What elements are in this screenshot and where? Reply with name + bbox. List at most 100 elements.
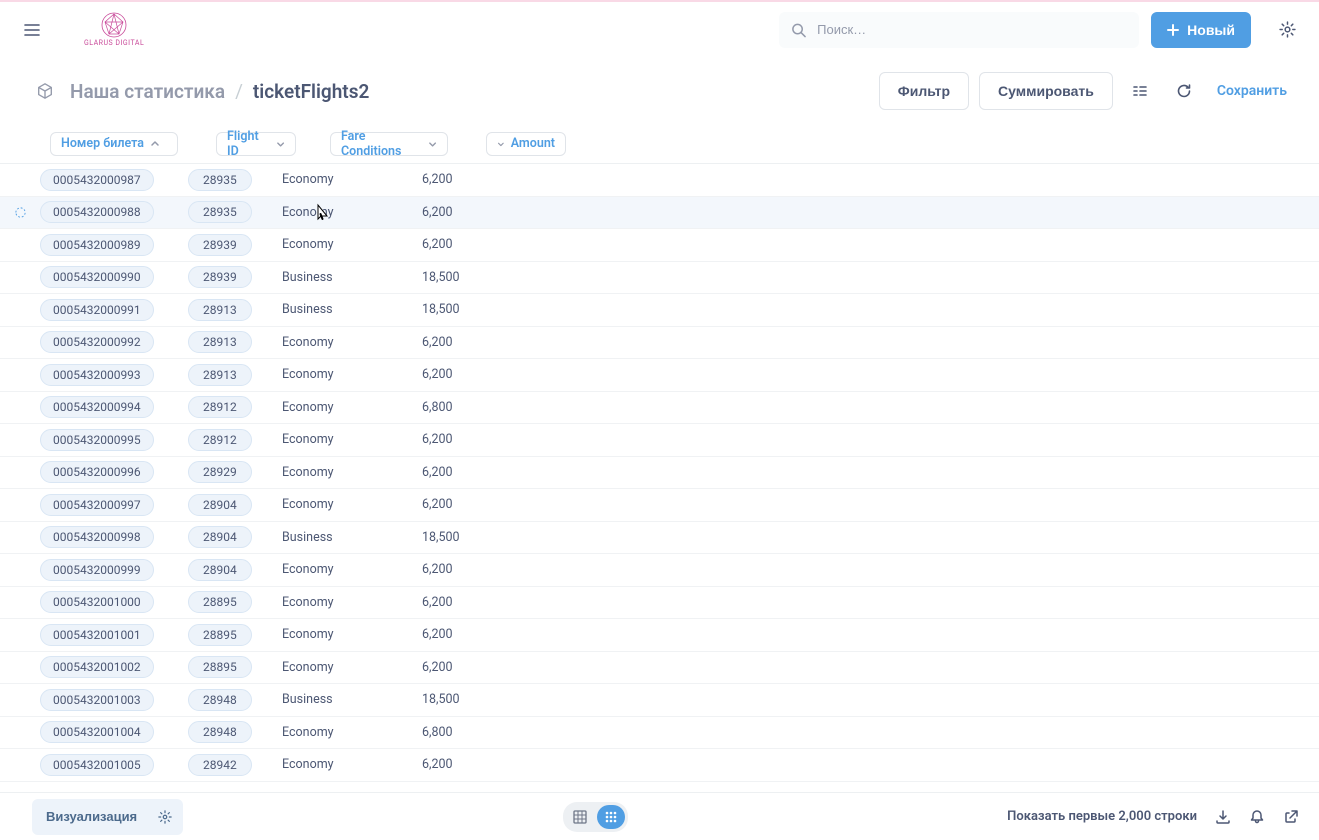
cell-ticket[interactable]: 0005432000989 [40,234,188,256]
cell-flight[interactable]: 28904 [188,526,282,548]
table-row[interactable]: 000543200099628929Economy6,200 [0,457,1319,490]
table-row[interactable]: 000543200100528942Economy6,200 [0,749,1319,782]
cell-amount[interactable]: 6,200 [422,205,512,220]
cell-flight[interactable]: 28913 [188,299,282,321]
settings-button[interactable] [1271,14,1303,46]
cell-flight[interactable]: 28935 [188,201,282,223]
cell-fare[interactable]: Economy [282,335,422,350]
cell-ticket[interactable]: 0005432000990 [40,266,188,288]
cell-fare[interactable]: Economy [282,562,422,577]
row-count-text[interactable]: Показать первые 2,000 строки [1007,809,1197,824]
cell-ticket[interactable]: 0005432000993 [40,364,188,386]
cell-flight[interactable]: 28912 [188,396,282,418]
cell-ticket[interactable]: 0005432000994 [40,396,188,418]
column-header-amount[interactable]: Amount [486,132,566,156]
cell-fare[interactable]: Economy [282,172,422,187]
table-row[interactable]: 000543200100228895Economy6,200 [0,652,1319,685]
cell-ticket[interactable]: 0005432000995 [40,429,188,451]
cell-ticket[interactable]: 0005432000987 [40,169,188,191]
table-row[interactable]: 000543200100328948Business18,500 [0,684,1319,717]
cell-fare[interactable]: Economy [282,627,422,642]
cell-ticket[interactable]: 0005432001004 [40,721,188,743]
cell-fare[interactable]: Economy [282,465,422,480]
download-button[interactable] [1215,809,1231,825]
cell-ticket[interactable]: 0005432000988 [40,201,188,223]
cell-flight[interactable]: 28942 [188,754,282,776]
cell-ticket[interactable]: 0005432001003 [40,689,188,711]
column-header-flight[interactable]: Flight ID [216,132,296,156]
cell-amount[interactable]: 6,200 [422,660,512,675]
cell-ticket[interactable]: 0005432001001 [40,624,188,646]
cell-flight[interactable]: 28913 [188,364,282,386]
cell-fare[interactable]: Economy [282,595,422,610]
cell-flight[interactable]: 28895 [188,656,282,678]
table-row[interactable] [0,782,1319,793]
cell-amount[interactable]: 6,200 [422,595,512,610]
table-body[interactable]: 000543200098728935Economy6,2000005432000… [0,164,1319,792]
column-header-fare[interactable]: Fare Conditions [330,132,448,156]
cell-ticket[interactable]: 0005432000992 [40,331,188,353]
cell-amount[interactable]: 6,200 [422,237,512,252]
filter-button[interactable]: Фильтр [879,72,969,110]
cell-flight[interactable]: 28904 [188,559,282,581]
table-view-toggle[interactable] [566,805,594,829]
cell-fare[interactable]: Economy [282,367,422,382]
table-row[interactable]: 000543200099728904Economy6,200 [0,489,1319,522]
cell-fare[interactable]: Economy [282,660,422,675]
cell-amount[interactable]: 6,200 [422,757,512,772]
cell-amount[interactable]: 6,200 [422,172,512,187]
cell-amount[interactable]: 6,200 [422,432,512,447]
detail-view-toggle[interactable] [597,805,625,829]
cell-flight[interactable]: 28939 [188,234,282,256]
cell-flight[interactable]: 28912 [188,429,282,451]
cell-fare[interactable]: Business [282,302,422,317]
editor-button[interactable] [1123,74,1157,108]
cell-amount[interactable]: 6,200 [422,465,512,480]
cell-flight[interactable]: 28939 [188,266,282,288]
visualization-button[interactable]: Визуализация [36,803,147,831]
alerts-button[interactable] [1249,809,1265,825]
cell-amount[interactable]: 6,800 [422,725,512,740]
cell-flight[interactable]: 28948 [188,689,282,711]
cell-fare[interactable]: Economy [282,725,422,740]
cell-flight[interactable]: 28895 [188,591,282,613]
cell-flight[interactable]: 28929 [188,461,282,483]
cell-ticket[interactable]: 0005432000991 [40,299,188,321]
table-row[interactable]: 000543200100428948Economy6,800 [0,717,1319,750]
cell-flight[interactable]: 28904 [188,494,282,516]
share-button[interactable] [1283,809,1299,825]
cell-amount[interactable]: 18,500 [422,692,512,707]
summarize-button[interactable]: Суммировать [979,72,1113,110]
cell-flight[interactable]: 28913 [188,331,282,353]
table-row[interactable]: 000543200099328913Economy6,200 [0,359,1319,392]
cell-amount[interactable]: 6,200 [422,335,512,350]
cell-fare[interactable]: Economy [282,432,422,447]
table-row[interactable]: 000543200099028939Business18,500 [0,262,1319,295]
refresh-button[interactable] [1167,74,1201,108]
cell-fare[interactable]: Economy [282,400,422,415]
table-row[interactable]: 000543200100028895Economy6,200 [0,587,1319,620]
cell-amount[interactable]: 6,800 [422,400,512,415]
cell-flight[interactable]: 28948 [188,721,282,743]
column-header-ticket[interactable]: Номер билета [50,132,178,156]
table-row[interactable]: 000543200099128913Business18,500 [0,294,1319,327]
table-row[interactable]: 000543200098828935Economy6,200 [0,197,1319,230]
menu-toggle-button[interactable] [16,14,48,46]
table-row[interactable]: 000543200098728935Economy6,200 [0,164,1319,197]
cell-fare[interactable]: Business [282,692,422,707]
expand-row-button[interactable] [10,202,30,222]
cell-flight[interactable]: 28935 [188,169,282,191]
cell-ticket[interactable]: 0005432000999 [40,559,188,581]
new-button[interactable]: Новый [1151,12,1251,48]
logo[interactable]: GLARUS DIGITAL [84,12,144,47]
cell-ticket[interactable]: 0005432000996 [40,461,188,483]
cell-amount[interactable]: 6,200 [422,497,512,512]
cell-amount[interactable]: 6,200 [422,562,512,577]
cell-amount[interactable]: 18,500 [422,302,512,317]
table-row[interactable]: 000543200099928904Economy6,200 [0,554,1319,587]
table-row[interactable]: 000543200099528912Economy6,200 [0,424,1319,457]
cell-ticket[interactable]: 0005432001005 [40,754,188,776]
cell-fare[interactable]: Economy [282,497,422,512]
cell-amount[interactable]: 6,200 [422,627,512,642]
save-link[interactable]: Сохранить [1217,83,1287,99]
